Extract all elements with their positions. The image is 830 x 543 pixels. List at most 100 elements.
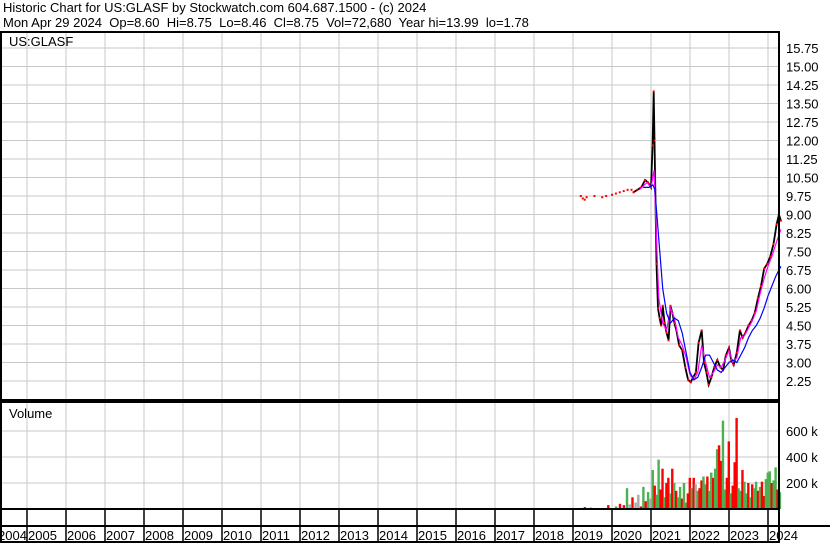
chart-frame [0, 31, 830, 543]
price-close-point [681, 349, 684, 352]
price-close-point [644, 178, 647, 181]
x-tick-label: 2017 [496, 528, 525, 543]
price-close-point [665, 331, 668, 334]
x-tick-label: 2007 [106, 528, 135, 543]
x-tick-label: 2015 [418, 528, 447, 543]
price-close-point [663, 322, 666, 325]
price-close-point [658, 317, 661, 320]
price-tick-label: 10.50 [786, 171, 819, 186]
price-point [605, 195, 608, 197]
x-tick-label: 2004 [0, 528, 27, 543]
x-tick-label: 2009 [184, 528, 213, 543]
price-close-point [705, 371, 708, 374]
x-tick-label: 2013 [340, 528, 369, 543]
price-close-point [694, 371, 697, 374]
price-point [581, 197, 584, 200]
price-close-point [700, 329, 703, 332]
x-tick-label: 2014 [379, 528, 408, 543]
x-tick-label: 2016 [457, 528, 486, 543]
price-tick-label: 11.25 [786, 152, 818, 167]
volume-bar [631, 497, 634, 509]
volume-tick-label: 400 k [786, 450, 818, 465]
volume-tick-label: 600 k [786, 424, 818, 439]
price-tick-label: 2.25 [786, 374, 811, 389]
x-tick-label: 2023 [730, 528, 759, 543]
price-panel-border [0, 31, 780, 401]
price-close-point [779, 219, 782, 222]
price-line [632, 91, 782, 389]
grid-lines [2, 33, 779, 509]
price-tick-label: 15.75 [786, 41, 819, 56]
price-close-point [707, 383, 710, 386]
price-close-point [716, 359, 719, 362]
price-tick-label: 12.75 [786, 115, 819, 130]
short-average-line [638, 169, 782, 381]
x-tick-label: 2012 [301, 528, 330, 543]
price-tick-label: 15.00 [786, 60, 819, 75]
x-tick-label: 2006 [67, 528, 96, 543]
price-tick-label: 9.00 [786, 208, 811, 223]
symbol-label: US:GLASF [9, 34, 73, 49]
volume-bar [646, 492, 650, 509]
price-tick-label: 3.00 [786, 356, 811, 371]
price-close-point [661, 304, 664, 307]
stock-chart: US:GLASF Volume 2004 2005 2006 2007 2008 2009… [0, 31, 830, 543]
price-close-point [689, 381, 692, 384]
x-tick-label: 2011 [262, 528, 290, 543]
price-close-point [678, 344, 681, 347]
price-close-point [687, 378, 690, 381]
price-close-point [632, 191, 635, 194]
price-tick-label: 4.50 [786, 319, 811, 334]
price-close-point [652, 90, 655, 93]
volume-tick-label: 200 k [786, 476, 818, 491]
price-tick-label: 9.75 [786, 189, 811, 204]
price-tick-label: 6.75 [786, 263, 811, 278]
price-point [626, 188, 629, 191]
price-close-point [732, 363, 735, 366]
volume-bar [625, 488, 629, 509]
x-tick-label: 2020 [613, 528, 642, 543]
price-close-point [660, 324, 663, 327]
price-tick-label: 7.50 [786, 245, 811, 260]
price-point [630, 188, 633, 191]
price-point [614, 192, 617, 195]
price-tick-label: 8.25 [786, 226, 811, 241]
x-tick-label: 2019 [574, 528, 603, 543]
price-close-point [766, 262, 769, 265]
volume-bar [644, 501, 647, 509]
price-tick-label: 5.25 [786, 300, 811, 315]
x-tick-label: 2010 [223, 528, 252, 543]
price-close-point [657, 307, 660, 310]
price-point [585, 196, 588, 199]
x-tick-label: 2021 [652, 528, 681, 543]
price-close-point [636, 188, 639, 191]
volume-bar [637, 494, 640, 509]
price-close-point [653, 139, 656, 142]
price-point [622, 190, 625, 193]
volume-bars [583, 418, 782, 509]
x-tick-label: 2024 [769, 528, 798, 543]
price-point [611, 193, 613, 196]
price-close-point [738, 329, 741, 332]
price-close-point [667, 339, 670, 342]
price-close-point [669, 304, 672, 307]
price-close-point [684, 366, 687, 369]
price-tick-label: 12.00 [786, 134, 819, 149]
x-tick-label: 2018 [535, 528, 564, 543]
price-tick-label: 3.75 [786, 337, 811, 352]
price-close-point [775, 223, 778, 226]
volume-bar [642, 486, 645, 509]
price-close-point [772, 243, 775, 246]
price-point [601, 196, 604, 199]
x-tick-label: 2008 [145, 528, 174, 543]
price-close-point [651, 144, 654, 147]
price-close-point [697, 341, 700, 344]
price-close-point [728, 346, 730, 349]
volume-bar [649, 498, 652, 509]
price-point [593, 195, 596, 197]
axis-labels: 2004 2005 2006 2007 2008 2009 2010 2011 2012 2013… [0, 41, 819, 543]
x-tick-label: 2005 [28, 528, 57, 543]
price-point [583, 198, 586, 201]
x-tick-label: 2022 [691, 528, 720, 543]
price-close-point [713, 366, 716, 369]
